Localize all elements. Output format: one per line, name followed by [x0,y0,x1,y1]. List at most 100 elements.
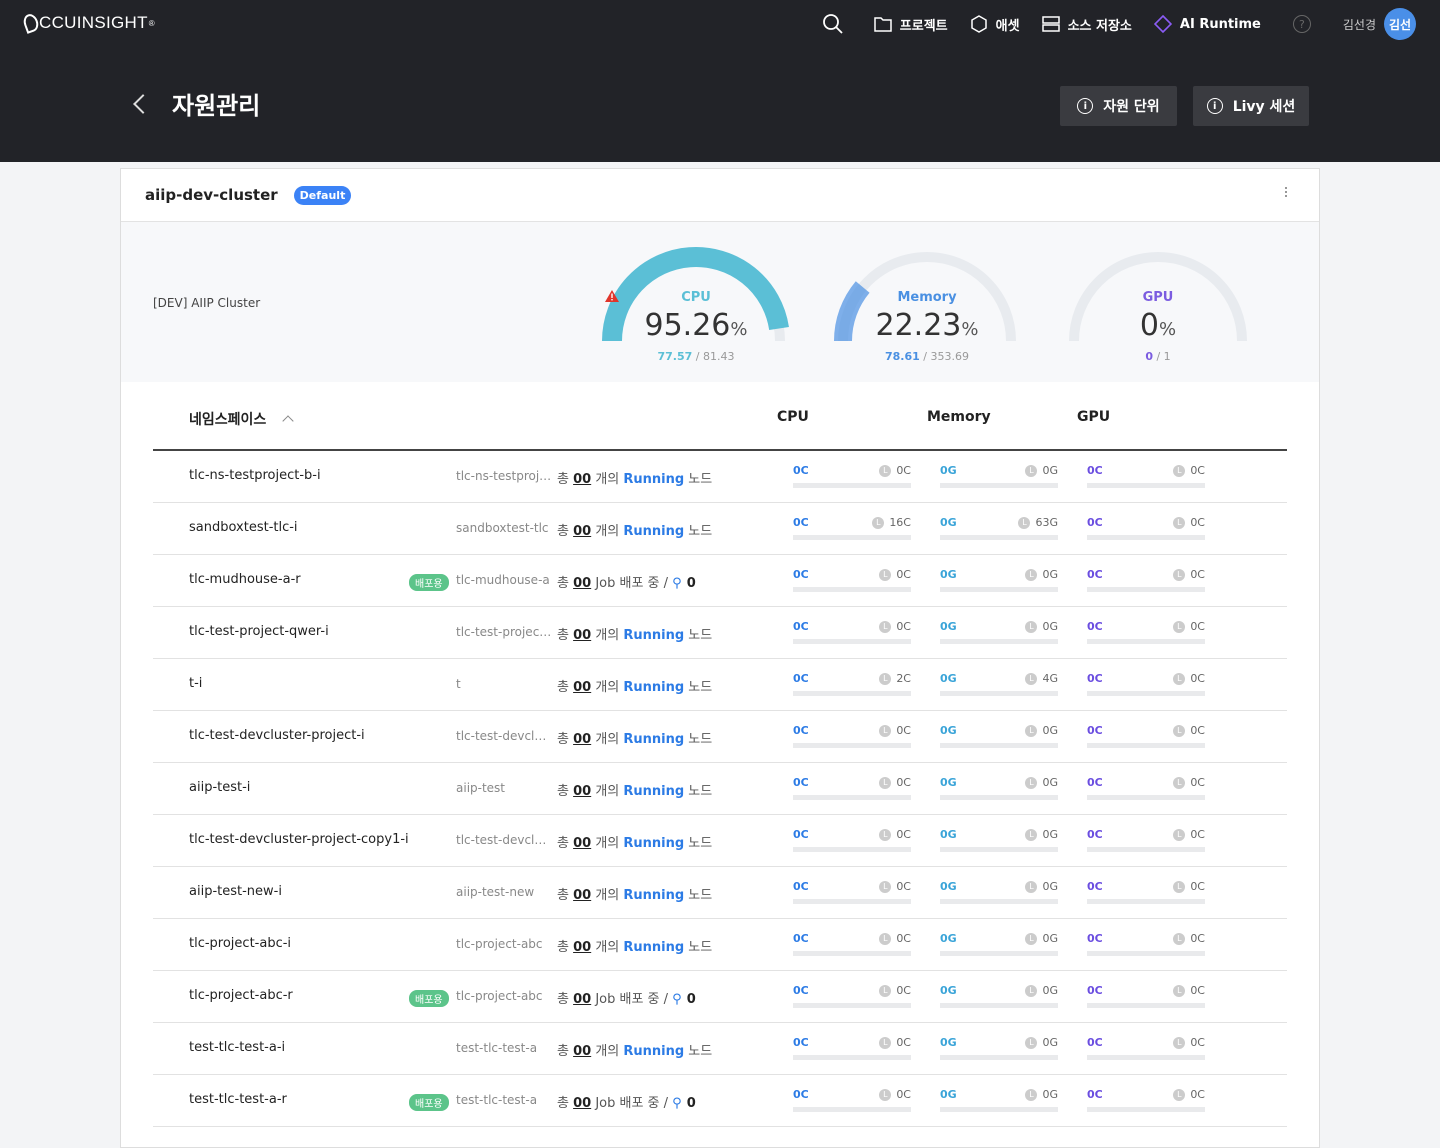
node-count: 총 00 개의 Running 노드 [557,732,713,747]
count-value[interactable]: 00 [573,628,591,643]
gpu-usage-limit: L 0C [1173,464,1205,477]
memory-usage-bar [940,1107,1058,1112]
cpu-usage-bar [793,1107,911,1112]
memory-usage: 0G L 0G [940,828,1058,854]
page-header: 자원관리 [130,86,260,121]
namespace-name[interactable]: tlc-mudhouse-a-r [189,572,301,587]
gpu-usage-limit: L 0C [1173,1036,1205,1049]
user-name: 김선경 [1342,17,1376,32]
limit-icon: L [1025,724,1038,737]
limit-icon: L [879,620,892,633]
namespace-name[interactable]: tlc-test-devcluster-project-copy1-i [189,832,409,847]
count-value[interactable]: 00 [573,992,591,1007]
table-row[interactable]: aiip-test-new-i aiip-test-new 총 00 개의 Runn… [153,867,1287,919]
count-value[interactable]: 00 [573,1044,591,1059]
namespace-alias: tlc-test-devclus... [456,729,552,743]
table-row[interactable]: sandboxtest-tlc-i sandboxtest-tlc 총 00 개의 … [153,503,1287,555]
nav-ai-runtime[interactable]: AI Runtime [1153,15,1261,33]
namespace-name[interactable]: aiip-test-new-i [189,884,282,899]
namespace-name[interactable]: tlc-test-project-qwer-i [189,624,329,639]
count-value[interactable]: 00 [573,472,591,487]
info-icon: i [1077,98,1094,114]
gpu-usage-limit: L 0C [1173,984,1205,997]
table-row[interactable]: test-tlc-test-a-r 배포용 test-tlc-test-a 총 00 … [153,1075,1287,1127]
nav-projects[interactable]: 프로젝트 [874,15,948,34]
count-value[interactable]: 00 [573,940,591,955]
resource-unit-button[interactable]: i 자원 단위 [1060,86,1177,126]
cpu-usage-used: 0C [793,880,809,893]
table-row[interactable]: tlc-project-abc-i tlc-project-abc 총 00 개의 … [153,919,1287,971]
namespace-name[interactable]: tlc-project-abc-i [189,936,291,951]
namespace-name[interactable]: test-tlc-test-a-r [189,1092,287,1107]
namespace-table: 네임스페이스 CPU Memory GPU tlc-ns-testproject… [153,385,1287,1127]
cpu-usage: 0C L 2C [793,672,911,698]
table-row[interactable]: tlc-ns-testproject-b-i tlc-ns-testproje..… [153,451,1287,503]
table-row[interactable]: aiip-test-i aiip-test 총 00 개의 Running 노드 0C… [153,763,1287,815]
namespace-name[interactable]: sandboxtest-tlc-i [189,520,298,535]
memory-usage: 0G L 0G [940,1036,1058,1062]
app-logo[interactable]: CCUINSIGHT ® [21,12,155,34]
cluster-description: [DEV] AIIP Cluster [153,296,261,310]
namespace-name[interactable]: tlc-project-abc-r [189,988,293,1003]
cpu-usage: 0C L 0C [793,1036,911,1062]
gpu-usage: 0C L 0C [1087,464,1205,490]
memory-usage-limit: L 0G [1025,984,1058,997]
gpu-usage-used: 0C [1087,620,1103,633]
deploy-tag: 배포용 [409,990,449,1007]
table-row[interactable]: tlc-test-devcluster-project-copy1-i tlc-t… [153,815,1287,867]
namespace-alias: tlc-mudhouse-a [456,573,550,587]
logo-mark-icon [21,12,41,34]
count-value[interactable]: 00 [573,888,591,903]
nav-assets[interactable]: 애셋 [970,15,1020,34]
namespace-header-label: 네임스페이스 [189,412,267,428]
cpu-gauge-usage: 77.57 / 81.43 [601,350,791,363]
limit-icon: L [1173,672,1186,685]
gpu-usage-bar [1087,587,1205,592]
table-row[interactable]: test-tlc-test-a-i test-tlc-test-a 총 00 개의 … [153,1023,1287,1075]
gpu-usage: 0C L 0C [1087,1036,1205,1062]
livy-session-button[interactable]: i Livy 세션 [1193,86,1309,126]
node-count: 총 00 개의 Running 노드 [557,680,713,695]
namespace-name[interactable]: aiip-test-i [189,780,250,795]
count-value[interactable]: 00 [573,680,591,695]
memory-usage-bar [940,743,1058,748]
memory-usage-used: 0G [940,984,957,997]
user-menu[interactable]: 김선경 김선 [1343,8,1416,40]
limit-icon: L [1025,880,1038,893]
count-value[interactable]: 00 [573,1096,591,1111]
table-row[interactable]: tlc-test-devcluster-project-i tlc-test-de… [153,711,1287,763]
namespace-column-header[interactable]: 네임스페이스 [189,409,294,429]
rocket-icon: ⚲ [672,576,682,591]
nav-source-storage[interactable]: 소스 저장소 [1041,15,1132,34]
namespace-name[interactable]: test-tlc-test-a-i [189,1040,285,1055]
count-value[interactable]: 00 [573,732,591,747]
namespace-name[interactable]: tlc-ns-testproject-b-i [189,468,321,483]
cpu-usage: 0C L 0C [793,464,911,490]
search-button[interactable] [822,13,852,35]
running-label: Running [623,472,685,487]
table-row[interactable]: t-i t 총 00 개의 Running 노드 0C L 2C 0G L 4G 0C L 0C [153,659,1287,711]
back-chevron-icon[interactable] [133,93,153,114]
more-options-icon[interactable] [1285,187,1289,197]
namespace-name[interactable]: tlc-test-devcluster-project-i [189,728,365,743]
gpu-percent-unit: % [1158,319,1177,340]
gpu-usage-used: 0C [1087,672,1103,685]
count-value[interactable]: 00 [573,524,591,539]
limit-icon: L [1173,568,1186,581]
memory-usage-bar [940,1003,1058,1008]
count-value[interactable]: 00 [573,836,591,851]
count-value[interactable]: 00 [573,784,591,799]
node-count: 총 00 개의 Running 노드 [557,472,713,487]
table-row[interactable]: tlc-project-abc-r 배포용 tlc-project-abc 총 00 … [153,971,1287,1023]
cpu-usage-used: 0C [793,776,809,789]
table-row[interactable]: tlc-mudhouse-a-r 배포용 tlc-mudhouse-a 총 00 Jo… [153,555,1287,607]
sort-ascending-icon[interactable] [282,415,294,427]
table-row[interactable]: tlc-test-project-qwer-i tlc-test-project-… [153,607,1287,659]
help-icon[interactable]: ? [1292,15,1311,33]
count-value[interactable]: 00 [573,576,591,591]
cpu-usage: 0C L 0C [793,932,911,958]
node-count: 총 00 개의 Running 노드 [557,940,713,955]
namespace-name[interactable]: t-i [189,676,202,691]
memory-usage: 0G L 63G [940,516,1058,542]
limit-icon: L [1025,1088,1038,1101]
